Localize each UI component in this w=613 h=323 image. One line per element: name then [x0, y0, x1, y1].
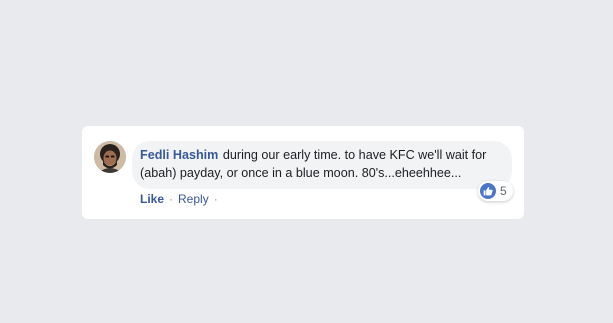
like-thumb-icon [480, 183, 496, 199]
reaction-count-badge[interactable]: 5 [478, 181, 513, 201]
comment-author-link[interactable]: Fedli Hashim [140, 148, 218, 162]
avatar[interactable] [94, 141, 126, 173]
reply-button[interactable]: Reply [178, 192, 209, 206]
action-separator: · [169, 192, 174, 206]
reaction-count: 5 [500, 184, 507, 198]
like-button[interactable]: Like [140, 192, 164, 206]
comment-actions: Like · Reply · [140, 192, 223, 206]
comment-bubble: Fedli Hashim during our early time. to h… [132, 141, 512, 189]
action-separator: · [213, 192, 218, 206]
comment-card: Fedli Hashim during our early time. to h… [82, 126, 524, 219]
avatar-photo-icon [94, 141, 126, 173]
